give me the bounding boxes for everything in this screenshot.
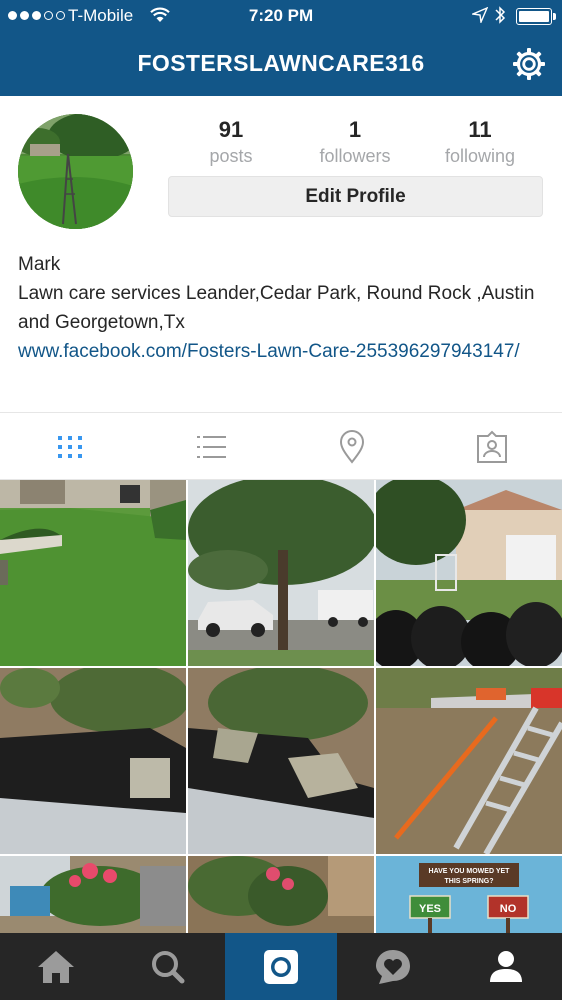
nav-search[interactable] (112, 933, 224, 1000)
sign-yes: YES (419, 903, 441, 915)
profile-name: Mark (18, 254, 61, 275)
stat-posts[interactable]: 91 posts (171, 117, 291, 167)
view-tabs (0, 412, 562, 480)
home-icon (38, 951, 74, 983)
nav-profile[interactable] (450, 933, 562, 1000)
top-bar: T-Mobile 7:20 PM FOSTERSLAWNCARE316 (0, 0, 562, 96)
edit-profile-button[interactable]: Edit Profile (168, 176, 543, 217)
list-icon[interactable] (193, 429, 229, 465)
search-icon (152, 951, 185, 984)
sign-line-2: THIS SPRING? (444, 878, 493, 885)
followers-label: followers (319, 146, 391, 166)
grid-post-lawn[interactable] (0, 480, 186, 666)
nav-camera[interactable] (225, 933, 337, 1000)
website-link[interactable]: www.facebook.com/Fosters-Lawn-Care-25539… (18, 337, 548, 366)
photo-grid: HAVE YOU MOWED YET THIS SPRING? YES NO (0, 480, 562, 934)
grid-post-sign[interactable]: HAVE YOU MOWED YET THIS SPRING? YES NO (376, 856, 562, 934)
grid-post-bed-2[interactable] (188, 668, 374, 854)
stat-following[interactable]: 11 following (420, 117, 540, 167)
page-title: FOSTERSLAWNCARE316 (137, 50, 425, 76)
followers-count: 1 (348, 117, 362, 142)
battery-icon (516, 8, 556, 25)
grid-post-tree[interactable] (188, 480, 374, 666)
grid-icon[interactable] (52, 429, 88, 465)
location-arrow-icon (472, 7, 488, 23)
camera-icon (264, 950, 298, 984)
nav-activity[interactable] (337, 933, 449, 1000)
stat-followers[interactable]: 1 followers (295, 117, 415, 167)
bluetooth-icon (495, 6, 506, 24)
grid-post-ladder[interactable] (376, 668, 562, 854)
nav-home[interactable] (0, 933, 112, 1000)
sign-line-1: HAVE YOU MOWED YET (429, 868, 511, 875)
gear-icon[interactable] (511, 46, 547, 82)
posts-label: posts (209, 146, 253, 166)
grid-post-flowers[interactable] (0, 856, 186, 934)
grid-post-shrubs[interactable] (188, 856, 374, 934)
bio-text: Lawn care services Leander,Cedar Park, R… (18, 283, 535, 333)
posts-count: 91 (218, 117, 244, 142)
status-bar: T-Mobile 7:20 PM (0, 0, 562, 32)
location-pin-icon[interactable] (334, 429, 370, 465)
avatar[interactable] (18, 114, 133, 229)
bottom-nav (0, 933, 562, 1000)
profile-icon (490, 951, 522, 982)
following-count: 11 (468, 117, 492, 142)
following-label: following (444, 146, 516, 166)
tagged-photos-icon[interactable] (474, 429, 510, 465)
profile-bio: Mark Lawn care services Leander,Cedar Pa… (18, 250, 548, 366)
grid-post-bags[interactable] (376, 480, 562, 666)
sign-no: NO (500, 903, 517, 915)
activity-heart-icon (376, 950, 410, 984)
grid-post-bed-1[interactable] (0, 668, 186, 854)
